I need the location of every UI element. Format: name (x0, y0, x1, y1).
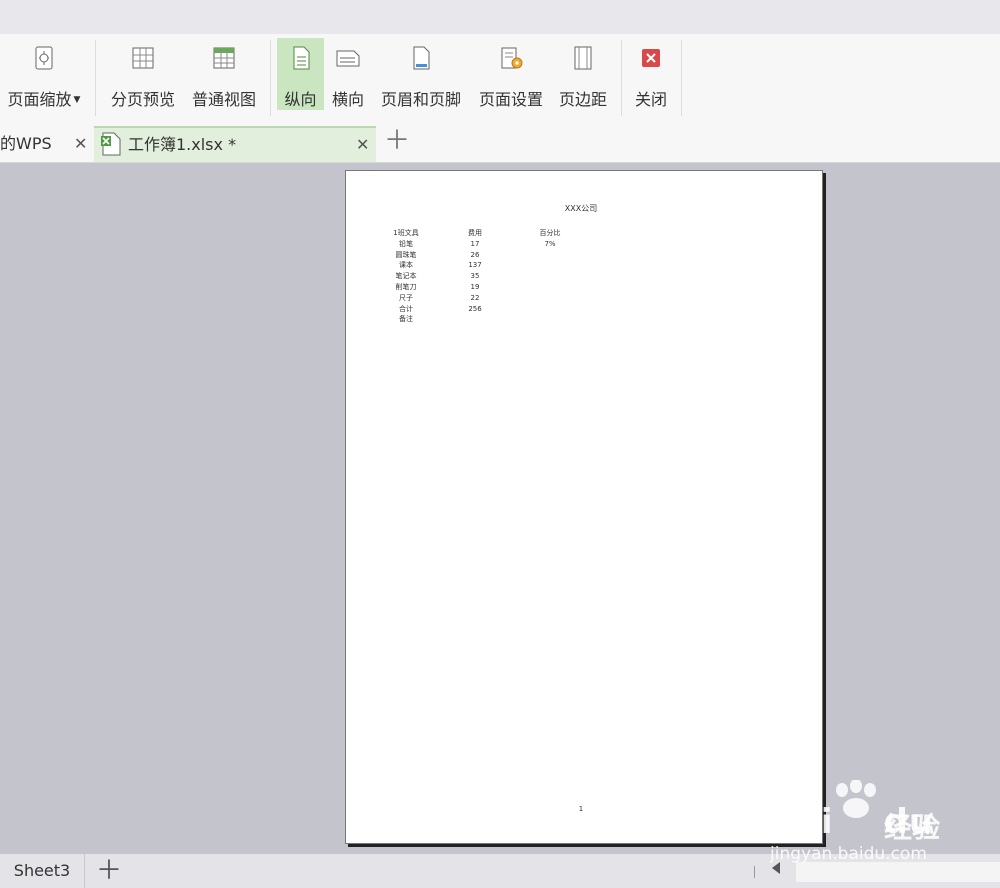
close-icon[interactable]: ✕ (74, 126, 87, 162)
close-icon (642, 49, 660, 67)
table-row: 笔记本 35 (382, 271, 580, 282)
table-cell: 削笔刀 (395, 282, 417, 291)
normal-view-label: 普通视图 (191, 90, 256, 109)
close-label: 关闭 (634, 90, 667, 109)
table-header-cell: 1班文具 (393, 229, 419, 237)
add-sheet-button[interactable]: ＋ (96, 857, 122, 885)
table-row: 圆珠笔 26 (382, 250, 580, 261)
table-cell: 合计 (399, 304, 413, 313)
normal-view-icon (213, 47, 235, 69)
landscape-label: 横向 (331, 90, 364, 109)
portrait-label: 纵向 (284, 90, 317, 109)
page-zoom-button[interactable]: 页面缩放 ▼ (0, 38, 88, 110)
watermark-text: 经验 (884, 811, 941, 844)
baidu-jingyan-watermark: Bai du 经验 jingyan.baidu.com (764, 780, 1000, 866)
table-header-row: 1班文具 费用 百分比 (382, 228, 580, 239)
table-cell (520, 293, 580, 304)
table-cell (430, 314, 520, 325)
tab-label: 的WPS (0, 134, 52, 153)
table-cell: 笔记本 (395, 272, 417, 281)
table-cell: 137 (468, 261, 482, 270)
table-row: 尺子 22 (382, 293, 580, 304)
header-footer-label: 页眉和页脚 (380, 90, 461, 109)
table-cell: 22 (470, 293, 480, 302)
portrait-page-icon (293, 46, 309, 70)
table-row: 课本 137 (382, 260, 580, 271)
table-header-cell: 费用 (468, 229, 482, 237)
divider (621, 40, 622, 116)
document-title: XXX公司 (564, 204, 598, 213)
tab-label: 工作簿1.xlsx * (128, 135, 237, 154)
page-zoom-icon (35, 46, 53, 70)
margins-label: 页边距 (558, 90, 607, 109)
page-setup-button[interactable]: 页面设置 (472, 38, 550, 110)
page-setup-label: 页面设置 (478, 90, 543, 109)
table-cell (520, 271, 580, 282)
divider (754, 866, 755, 878)
print-preview-page: XXX公司 1班文具 费用 百分比 铅笔 17 7% 圆珠笔 26 课本 137… (345, 170, 823, 844)
table-cell (520, 304, 580, 315)
table-cell (520, 314, 580, 325)
document-tab-bar: 的WPS ✕ 工作簿1.xlsx * ✕ (0, 122, 1000, 163)
page-break-preview-icon (132, 47, 154, 69)
table-cell: 19 (470, 282, 480, 291)
margins-button[interactable]: 页边距 (552, 38, 614, 110)
landscape-page-icon (336, 50, 360, 67)
table-cell (520, 260, 580, 271)
page-zoom-label: 页面缩放 (7, 90, 72, 109)
table-row: 削笔刀 19 (382, 282, 580, 293)
table-cell: 17 (470, 239, 480, 248)
header-footer-button[interactable]: 页眉和页脚 (374, 38, 468, 110)
spreadsheet-file-icon (101, 132, 121, 156)
watermark-url: jingyan.baidu.com (770, 844, 927, 864)
sheet-tab-sheet3[interactable]: Sheet3 (0, 854, 85, 888)
divider (270, 40, 271, 116)
document-table: 1班文具 费用 百分比 铅笔 17 7% 圆珠笔 26 课本 137 笔记本 3… (382, 228, 580, 325)
table-cell: 7% (544, 239, 556, 248)
close-icon[interactable]: ✕ (356, 127, 369, 163)
normal-view-button[interactable]: 普通视图 (186, 38, 262, 110)
title-bar (0, 0, 1000, 34)
table-header-cell: 百分比 (539, 229, 561, 237)
landscape-button[interactable]: 横向 (326, 38, 370, 110)
divider (95, 40, 96, 116)
table-cell: 铅笔 (399, 239, 413, 248)
table-cell: 35 (470, 272, 480, 281)
table-cell: 26 (470, 250, 480, 259)
header-footer-icon (413, 46, 430, 70)
table-row: 备注 (382, 314, 580, 325)
ribbon-toolbar: 页面缩放 ▼ 分页预览 普通视图 纵向 横向 页眉和页脚 页面设置 页边距 关闭 (0, 34, 1000, 122)
table-cell (520, 282, 580, 293)
add-tab-button[interactable]: ＋ (384, 128, 410, 154)
table-cell (520, 250, 580, 261)
close-preview-button[interactable]: 关闭 (628, 38, 674, 110)
divider (681, 40, 682, 116)
table-cell: 256 (468, 304, 482, 313)
page-break-preview-button[interactable]: 分页预览 (104, 38, 182, 110)
table-row: 铅笔 17 7% (382, 239, 580, 250)
table-row: 合计 256 (382, 304, 580, 315)
table-cell: 备注 (399, 315, 413, 324)
page-number: 1 (578, 805, 584, 813)
tab-workbook[interactable]: 工作簿1.xlsx * ✕ (94, 126, 376, 162)
table-cell: 课本 (399, 261, 413, 270)
margins-icon (574, 46, 592, 70)
page-break-preview-label: 分页预览 (110, 90, 175, 109)
page-setup-icon (501, 47, 523, 69)
table-cell: 尺子 (399, 293, 413, 302)
tab-my-wps[interactable]: 的WPS ✕ (0, 126, 93, 162)
chevron-down-icon: ▼ (73, 95, 81, 105)
table-cell: 圆珠笔 (395, 250, 417, 259)
portrait-button[interactable]: 纵向 (277, 38, 324, 110)
